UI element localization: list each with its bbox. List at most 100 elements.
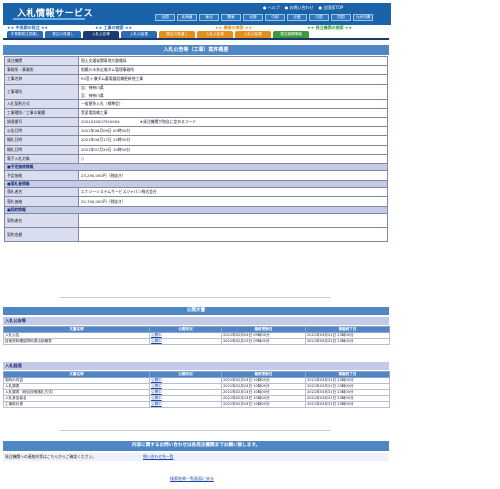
detail-value: 国土交通省関東地方整備局 [78,55,388,67]
region-tab-hokkaido[interactable]: 北海道 [177,14,197,21]
detail-row: 工事場所 自：神奈川県 至：神奈川県 [4,83,388,100]
region-tabs: 全国 北海道 東北 関東 北陸 中部 近畿 中国 四国 九州沖縄 [155,14,373,21]
doc-end: 2021年03月31日 23時00分 [305,338,390,345]
detail-value: 2021年06月17日 15時00分 [78,135,388,146]
detail-row: 落札価格 20,700,000円（税抜き） [4,196,388,207]
winning-price: 20,700,000円（税抜き） [78,196,388,207]
detail-row: 事務所・事業所 相模川水系広域ダム管理事務所 [4,65,388,76]
doc-open-link[interactable]: 公開中 [151,391,162,395]
detail-value: ○ [78,153,388,164]
detail-key: 工事場所 [4,83,79,100]
detail-key: 電子入札対象 [4,153,79,164]
detail-row: 工事名称 R3宮ヶ瀬ダム蓄電器設備更新他工事 [4,74,388,85]
detail-key: 契約者名 [4,213,79,229]
documents-title: 公開文書 [3,307,389,315]
detail-row: 調達番号 2021032007910004 ★発注機関が独自に定めるコード [4,116,388,128]
detail-key: 開札日時 [4,135,79,146]
detail-value: 2021年06月09日 00時00分 [78,126,388,137]
contact-notice: 内容に関するお問い合わせは各発注機関までお願い致します。 [3,441,389,451]
detail-key: 落札価格 [4,196,79,207]
bid-notice-doc-table: 文書名称 公開状況 最終更新日 掲載終了日 入札公告 公開中 2021年02月2… [3,326,390,345]
detail-value: 2021032007910004 ★発注機関が独自に定めるコード [78,116,388,128]
detail-key: 工事種別／工事の業種 [4,107,79,118]
page-title: 入札公告等（工事）案件概要 [3,45,389,55]
detail-row: 開札日時 2021年07月20日 10時00分 [4,144,388,155]
region-tab-tohoku[interactable]: 東北 [199,14,219,21]
detail-key: 入札契約方式 [4,98,79,109]
tab-work-outlook[interactable]: 発注の見通し [45,31,81,38]
detail-key: 調達番号 [4,116,79,128]
section-winner: ■落札者情報 [4,179,388,189]
detail-value: 相模川水系広域ダム管理事務所 [78,65,388,76]
doc-updated: 2021年02月24日 10時00分 [221,401,306,408]
contract-name [78,213,388,229]
section-contract: ■契約情報 [4,205,388,215]
logo-underline [13,18,85,20]
divider [60,297,330,298]
doc-open-link[interactable]: 公開中 [151,385,162,389]
detail-value: 自：神奈川県 至：神奈川県 [78,83,388,100]
region-tab-chubu[interactable]: 中部 [265,14,285,21]
tab-service-bid-notice[interactable]: 入札公告等 [197,31,233,38]
tab-orderer-info[interactable]: 発注機関情報 [273,31,309,38]
doc-updated: 2021年02月15日 09時00分 [221,338,306,345]
back-to-results-link[interactable]: 検索結果一覧画面に戻る [170,476,214,482]
region-tab-national[interactable]: 全国 [155,14,175,21]
national-top-link[interactable]: ● 全国版TOP [319,5,344,11]
doc-open-link[interactable]: 公開中 [151,340,162,344]
bid-notice-group-header: 入札公告等 [3,317,389,325]
detail-row: 工事種別／工事の業種 受変電設備工事 [4,107,388,118]
doc-open-link[interactable]: 公開中 [151,334,162,338]
doc-status: 公開中 [149,401,222,408]
detail-value: 一般競争入札（標準型） [78,98,388,109]
tab-long-term-outlook[interactable]: 中長期発注見通し [7,31,43,38]
tab-work-bid-result[interactable]: 入札の結果 [121,31,157,38]
doc-open-link[interactable]: 公開中 [151,379,162,383]
doc-open-link[interactable]: 公開中 [151,403,162,407]
detail-key: 事務所・事業所 [4,65,79,76]
inquiry-row: 発注機関への連絡先等はこちらからご確認ください。 問い合わせ先一覧 [3,453,389,461]
detail-key: 契約金額 [4,227,79,243]
site-to: 至：神奈川県 [81,92,104,98]
region-tab-kinki[interactable]: 近畿 [287,14,307,21]
region-tab-shikoku[interactable]: 四国 [331,14,351,21]
doc-name: 工事設計書 [3,401,150,408]
detail-key: 公告日時 [4,126,79,137]
detail-key: 発注機関 [4,55,79,67]
winner-name: エナジーシステムサービスジャパン株式会社 [78,187,388,198]
doc-open-link[interactable]: 公開中 [151,397,162,401]
procurement-number: 2021032007910004 [81,119,120,125]
site-from: 自：神奈川県 [81,84,104,90]
section-row: ■落札者情報 [4,179,388,189]
contract-amount [78,227,388,243]
site-header: 入札情報サービス ● ヘルプ ● お問い合わせ ● 全国版TOP 全国 北海道 … [3,3,391,25]
detail-row: 落札者名 エナジーシステムサービスジャパン株式会社 [4,187,388,198]
nav-divider [3,38,389,40]
inquiry-text: 発注機関への連絡先等はこちらからご確認ください。 [5,454,97,459]
detail-key: 工事名称 [4,74,79,85]
case-detail-table: 発注機関 国土交通省関東地方整備局 事務所・事業所 相模川水系広域ダム管理事務所 工… [4,55,388,243]
detail-value: 2021年07月20日 10時00分 [78,144,388,155]
detail-row: 契約金額 [4,227,388,243]
region-tab-kanto[interactable]: 関東 [221,14,241,21]
help-link[interactable]: ● ヘルプ [263,5,280,11]
contact-link[interactable]: ● お問い合わせ [285,5,314,11]
inquiry-list-link[interactable]: 問い合わせ先一覧 [143,453,173,461]
detail-row: 開札日時 2021年06月17日 15時00分 [4,135,388,146]
table-row: 工事設計書 公開中 2021年02月24日 10時00分 2021年03月31日… [3,401,390,408]
planned-price: 23,290,000円（税抜き） [78,170,388,181]
region-tab-chugoku[interactable]: 中国 [309,14,329,21]
region-tab-kyushu[interactable]: 九州沖縄 [353,14,373,21]
detail-row: 電子入札対象 ○ [4,153,388,164]
tab-work-bid-notice[interactable]: 入札公告等 [83,31,119,38]
section-planned-price: ■予定価格情報 [4,162,388,172]
nav-tabs: 中長期発注見通し 発注の見通し 入札公告等 入札の結果 発注の見通し 入札公告等… [7,31,389,38]
section-row: ■契約情報 [4,205,388,215]
region-tab-hokuriku[interactable]: 北陸 [243,14,263,21]
table-row: 技術資料確認資料提出依頼書 公開中 2021年02月15日 09時00分 202… [3,338,390,345]
tab-service-bid-result[interactable]: 入札の結果 [235,31,271,38]
detail-key: 開札日時 [4,144,79,155]
tab-service-outlook[interactable]: 発注の見通し [159,31,195,38]
detail-row: 契約者名 [4,213,388,229]
section-row: ■予定価格情報 [4,162,388,172]
